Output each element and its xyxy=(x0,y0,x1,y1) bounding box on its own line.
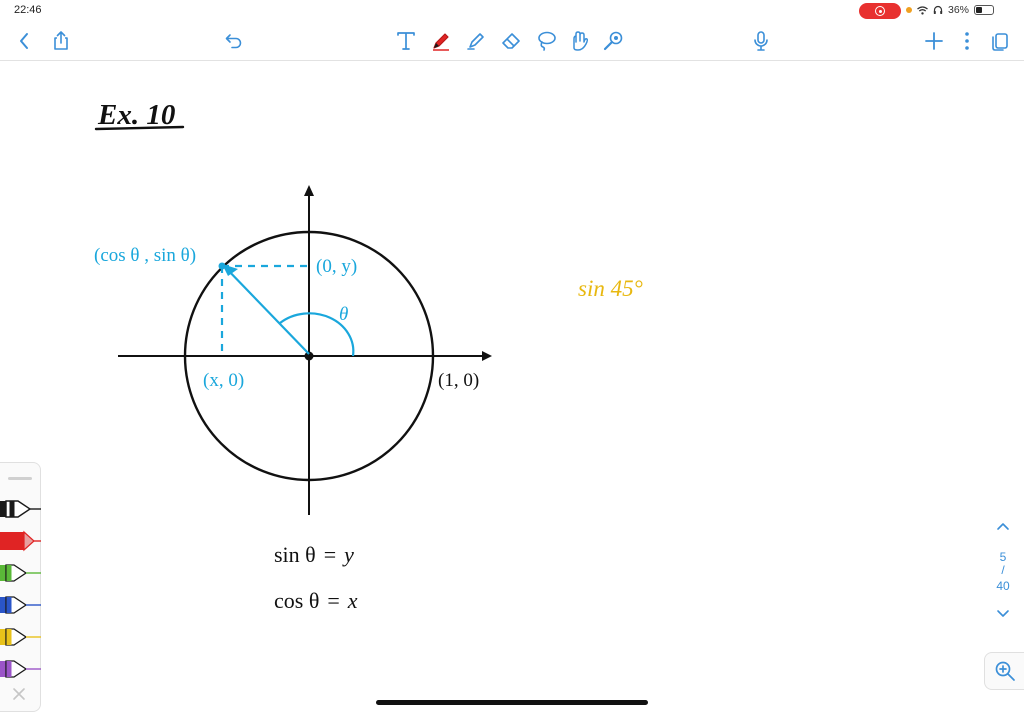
chevron-up-icon xyxy=(997,523,1009,530)
undo-button[interactable] xyxy=(219,26,249,56)
status-bar: 22:46 36% xyxy=(0,0,1024,22)
chevron-down-icon xyxy=(997,610,1009,617)
battery-icon xyxy=(974,5,995,15)
undo-icon xyxy=(225,34,242,49)
equation-cos: cos θ = x xyxy=(274,588,358,613)
pen-tool-icon xyxy=(433,33,449,51)
microphone-icon xyxy=(754,31,768,51)
page-navigator: 5 / 40 xyxy=(986,518,1020,628)
pages-button[interactable] xyxy=(985,26,1015,56)
point-label: (cos θ , sin θ) xyxy=(94,245,196,266)
clock: 22:46 xyxy=(14,4,42,16)
angle-label: θ xyxy=(339,304,348,325)
tray-handle[interactable] xyxy=(8,477,32,480)
pen-purple[interactable] xyxy=(0,657,41,681)
equation-sin: sin θ = y xyxy=(274,542,354,567)
toolbar xyxy=(0,22,1024,61)
pen-green[interactable] xyxy=(0,561,41,585)
lasso-tool-icon xyxy=(538,31,556,51)
screen-recording-indicator[interactable] xyxy=(859,3,901,19)
current-page: 5 xyxy=(999,550,1007,564)
shape-tool-button[interactable] xyxy=(564,26,594,56)
pen-tray xyxy=(0,462,41,712)
pen-red[interactable] xyxy=(0,529,41,553)
home-indicator[interactable] xyxy=(376,700,648,705)
eraser-tool-icon xyxy=(502,33,520,49)
add-page-icon xyxy=(925,32,943,50)
headphones-icon xyxy=(933,5,943,14)
handwritten-note: Ex. 10 (cos θ , sin θ) (0, y) (x, 0) θ (… xyxy=(94,99,643,613)
back-icon xyxy=(20,33,28,49)
pen-blue[interactable] xyxy=(0,593,41,617)
y-axis-arrow-icon xyxy=(304,185,314,196)
circle-point xyxy=(218,262,226,270)
laser-pointer-icon xyxy=(603,31,623,51)
note-canvas[interactable]: Ex. 10 (cos θ , sin θ) (0, y) (x, 0) θ (… xyxy=(0,61,1024,712)
close-icon xyxy=(13,688,25,700)
laser-pointer-button[interactable] xyxy=(598,26,628,56)
status-icons: 36% xyxy=(906,4,995,16)
pen-yellow[interactable] xyxy=(0,625,41,649)
next-page-button[interactable] xyxy=(996,608,1010,624)
y-projection-label: (0, y) xyxy=(316,256,357,277)
more-icon xyxy=(965,32,969,50)
previous-page-button[interactable] xyxy=(996,520,1010,536)
zoom-in-icon xyxy=(995,661,1015,681)
lasso-tool-button[interactable] xyxy=(531,26,561,56)
more-button[interactable] xyxy=(952,26,982,56)
close-tray-button[interactable] xyxy=(12,687,26,706)
share-icon xyxy=(54,31,68,50)
total-pages: 40 xyxy=(996,579,1010,593)
note-heading: Ex. 10 xyxy=(97,99,175,131)
highlighter-tool-button[interactable] xyxy=(461,26,491,56)
back-button[interactable] xyxy=(9,26,39,56)
x-projection-label: (x, 0) xyxy=(203,370,244,391)
battery-percent: 36% xyxy=(948,4,970,16)
add-page-button[interactable] xyxy=(919,26,949,56)
x-axis-arrow-icon xyxy=(482,351,492,361)
zoom-button[interactable] xyxy=(984,652,1024,690)
privacy-dot-icon xyxy=(906,7,912,13)
side-note: sin 45° xyxy=(578,276,643,301)
text-tool-button[interactable] xyxy=(391,26,421,56)
pen-black[interactable] xyxy=(0,497,41,521)
page-separator: / xyxy=(1001,563,1005,577)
highlighter-tool-icon xyxy=(467,33,484,50)
radius-line xyxy=(223,265,310,355)
record-audio-button[interactable] xyxy=(746,26,776,56)
pen-tool-button[interactable] xyxy=(426,26,456,56)
shape-tool-icon xyxy=(573,31,589,51)
wifi-icon xyxy=(917,5,928,15)
share-button[interactable] xyxy=(46,26,76,56)
eraser-tool-button[interactable] xyxy=(496,26,526,56)
unit-point-label: (1, 0) xyxy=(438,370,479,391)
text-tool-icon xyxy=(397,32,415,50)
pages-icon xyxy=(992,33,1008,51)
